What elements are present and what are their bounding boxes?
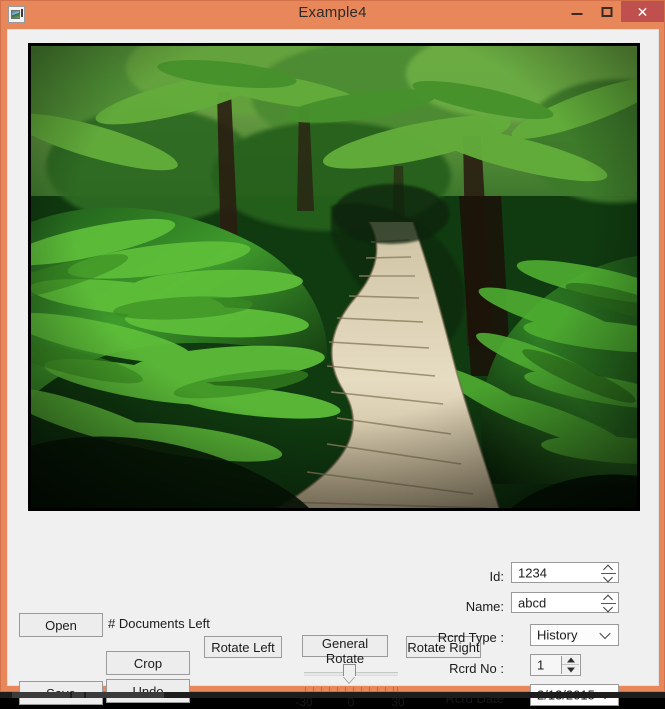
client-area: Open Save Crop Undo Rotate Left General … bbox=[7, 29, 659, 709]
rotate-left-button[interactable]: Rotate Left bbox=[204, 636, 282, 658]
taskbar-item[interactable] bbox=[12, 692, 70, 698]
open-button[interactable]: Open bbox=[19, 613, 103, 637]
close-button[interactable]: ✕ bbox=[621, 1, 664, 22]
rcrd-no-field[interactable]: 1 bbox=[530, 654, 581, 676]
maximize-icon bbox=[601, 7, 612, 17]
rcrd-no-spinner[interactable] bbox=[561, 656, 579, 674]
maximize-button[interactable] bbox=[593, 1, 620, 22]
chevron-down-icon[interactable] bbox=[604, 604, 613, 609]
chevron-down-icon[interactable] bbox=[600, 630, 611, 641]
slider-thumb-tip bbox=[343, 676, 355, 683]
rcrd-type-combobox[interactable]: History bbox=[530, 624, 619, 646]
title-bar[interactable]: Example4 ✕ bbox=[1, 1, 664, 28]
chevron-up-icon[interactable] bbox=[604, 596, 613, 601]
chevron-down-icon[interactable] bbox=[604, 574, 613, 579]
id-field[interactable]: 1234 bbox=[511, 562, 619, 583]
name-label: Name: bbox=[465, 599, 504, 614]
picture-box[interactable] bbox=[28, 43, 640, 511]
taskbar-item-active[interactable] bbox=[72, 692, 84, 698]
documents-left-label: # Documents Left bbox=[108, 616, 210, 631]
general-rotate-button[interactable]: General Rotate bbox=[302, 635, 388, 666]
name-spinner[interactable] bbox=[600, 594, 617, 611]
name-value: abcd bbox=[518, 595, 547, 610]
rotation-slider[interactable]: -30 0 30 bbox=[295, 662, 405, 709]
chevron-up-icon[interactable] bbox=[604, 566, 613, 571]
rcrd-no-value: 1 bbox=[537, 657, 545, 673]
id-value: 1234 bbox=[518, 565, 547, 580]
desktop-taskbar[interactable] bbox=[0, 692, 665, 698]
crop-button[interactable]: Crop bbox=[106, 651, 190, 675]
taskbar-item[interactable] bbox=[86, 692, 164, 698]
undo-button[interactable]: Undo bbox=[106, 679, 190, 703]
minimize-button[interactable] bbox=[563, 1, 590, 22]
id-label: Id: bbox=[489, 569, 504, 584]
slider-thumb-body bbox=[343, 664, 356, 676]
photo-rainforest-boardwalk bbox=[31, 46, 637, 508]
rcrd-no-label: Rcrd No : bbox=[449, 661, 504, 676]
close-icon: ✕ bbox=[636, 3, 649, 20]
slider-thumb[interactable] bbox=[343, 664, 356, 683]
application-window: Example4 ✕ Open Crop Undo Rotate Left Ge… bbox=[0, 0, 665, 709]
rcrd-type-label: Rcrd Type : bbox=[437, 630, 504, 645]
name-field[interactable]: abcd bbox=[511, 592, 619, 613]
id-spinner[interactable] bbox=[600, 564, 617, 581]
triangle-down-icon[interactable] bbox=[562, 665, 579, 674]
rcrd-type-value: History bbox=[537, 627, 578, 643]
triangle-up-icon[interactable] bbox=[562, 656, 579, 665]
minimize-icon bbox=[571, 13, 582, 15]
